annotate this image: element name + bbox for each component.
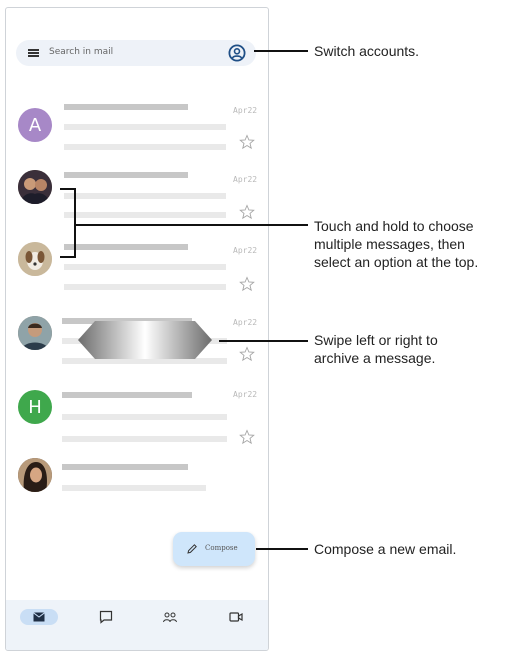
subject-placeholder bbox=[64, 264, 226, 270]
message-date: Apr22 bbox=[233, 106, 258, 115]
menu-icon[interactable] bbox=[28, 49, 39, 57]
account-icon[interactable] bbox=[228, 44, 246, 62]
list-item[interactable]: H Apr22 bbox=[6, 376, 268, 446]
spaces-icon[interactable] bbox=[162, 609, 178, 625]
message-date: Apr22 bbox=[233, 318, 258, 327]
subject-placeholder bbox=[64, 124, 226, 130]
list-item[interactable] bbox=[6, 456, 268, 526]
search-input[interactable]: Search in mail bbox=[49, 47, 113, 57]
subject-placeholder bbox=[62, 485, 206, 491]
avatar-photo-icon bbox=[18, 242, 52, 276]
list-item[interactable]: Apr22 bbox=[6, 236, 268, 306]
mail-icon bbox=[33, 612, 45, 622]
swipe-gesture-indicator bbox=[78, 321, 212, 359]
snippet-placeholder bbox=[62, 436, 227, 442]
compose-label: Compose bbox=[205, 544, 238, 552]
callout-switch-accounts: Switch accounts. bbox=[314, 43, 420, 59]
star-icon[interactable] bbox=[239, 276, 255, 292]
callout-line-multiselect bbox=[76, 224, 308, 226]
star-icon[interactable] bbox=[239, 429, 255, 445]
meet-icon[interactable] bbox=[228, 609, 244, 625]
multi-select-bracket bbox=[60, 188, 76, 258]
phone-screen: Search in mail A Apr22 Apr22 Apr22 Apr22… bbox=[5, 7, 269, 651]
callout-line-accounts bbox=[254, 50, 308, 52]
subject-placeholder bbox=[62, 414, 227, 420]
bottom-navigation bbox=[6, 600, 268, 650]
snippet-placeholder bbox=[64, 212, 226, 218]
compose-button[interactable]: Compose bbox=[173, 532, 255, 566]
avatar bbox=[18, 242, 52, 276]
avatar bbox=[18, 170, 52, 204]
list-item[interactable]: Apr22 bbox=[6, 166, 268, 236]
star-icon[interactable] bbox=[239, 134, 255, 150]
callout-compose: Compose a new email. bbox=[314, 541, 457, 557]
callout-line-compose bbox=[256, 548, 308, 550]
tab-mail[interactable] bbox=[20, 609, 58, 625]
subject-placeholder bbox=[64, 193, 226, 199]
sender-placeholder bbox=[64, 172, 188, 178]
message-date: Apr22 bbox=[233, 246, 258, 255]
sender-placeholder bbox=[62, 464, 188, 470]
avatar-photo-icon bbox=[18, 458, 52, 492]
avatar bbox=[18, 316, 52, 350]
message-date: Apr22 bbox=[233, 390, 258, 399]
list-item[interactable]: A Apr22 bbox=[6, 96, 268, 166]
avatar-photo-icon bbox=[18, 170, 52, 204]
search-bar[interactable]: Search in mail bbox=[16, 40, 256, 66]
sender-placeholder bbox=[64, 104, 188, 110]
sender-placeholder bbox=[62, 392, 192, 398]
pencil-icon bbox=[187, 544, 197, 554]
chat-icon[interactable] bbox=[98, 609, 114, 625]
callout-swipe: Swipe left or right to archive a message… bbox=[314, 332, 438, 366]
star-icon[interactable] bbox=[239, 346, 255, 362]
snippet-placeholder bbox=[64, 284, 226, 290]
message-date: Apr22 bbox=[233, 175, 258, 184]
callout-line-swipe bbox=[219, 340, 308, 342]
star-icon[interactable] bbox=[239, 204, 255, 220]
avatar-photo-icon bbox=[18, 316, 52, 350]
avatar: A bbox=[18, 108, 52, 142]
sender-placeholder bbox=[64, 244, 188, 250]
avatar bbox=[18, 458, 52, 492]
avatar: H bbox=[18, 390, 52, 424]
snippet-placeholder bbox=[64, 144, 226, 150]
callout-multi-select: Touch and hold to choose multiple messag… bbox=[314, 218, 479, 270]
